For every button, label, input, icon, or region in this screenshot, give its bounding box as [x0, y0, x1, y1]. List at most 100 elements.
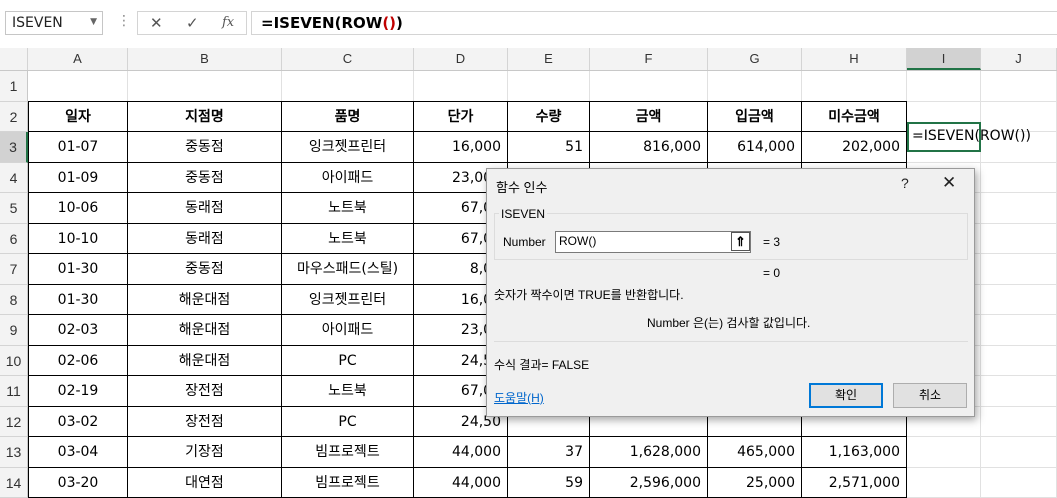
cell-f1[interactable] [590, 71, 708, 102]
cell-b8[interactable]: 해운대점 [128, 285, 282, 316]
cell-c10[interactable]: PC [282, 346, 414, 377]
cell-j10[interactable] [981, 346, 1057, 377]
cancel-entry-icon[interactable]: ✕ [150, 14, 163, 32]
collapse-dialog-icon[interactable]: ⇑ [731, 232, 750, 251]
cell-j7[interactable] [981, 254, 1057, 285]
cell-g14[interactable]: 25,000 [708, 468, 802, 498]
formula-input[interactable]: =ISEVEN(ROW()) [251, 11, 1057, 35]
cell-a2[interactable]: 일자 [28, 101, 128, 133]
cell-i1[interactable] [907, 71, 981, 102]
cell-a7[interactable]: 01-30 [28, 254, 128, 285]
cell-a5[interactable]: 10-06 [28, 193, 128, 224]
cell-d13[interactable]: 44,000 [414, 437, 508, 468]
cell-a14[interactable]: 03-20 [28, 468, 128, 498]
cell-c11[interactable]: 노트북 [282, 376, 414, 407]
cell-d14[interactable]: 44,000 [414, 468, 508, 498]
cell-b2[interactable]: 지점명 [128, 101, 282, 133]
column-header-b[interactable]: B [128, 48, 282, 70]
cell-c14[interactable]: 빔프로젝트 [282, 468, 414, 498]
active-cell-i3[interactable]: =ISEVEN(ROW()) [907, 122, 981, 152]
row-header-4[interactable]: 4 [0, 163, 28, 194]
cell-g2[interactable]: 입금액 [708, 101, 802, 133]
column-header-h[interactable]: H [802, 48, 907, 70]
cell-b13[interactable]: 기장점 [128, 437, 282, 468]
cell-c4[interactable]: 아이패드 [282, 163, 414, 194]
cell-a11[interactable]: 02-19 [28, 376, 128, 407]
cancel-button[interactable]: 취소 [893, 383, 967, 408]
cell-j5[interactable] [981, 193, 1057, 224]
row-header-10[interactable]: 10 [0, 346, 28, 377]
confirm-entry-icon[interactable]: ✓ [186, 14, 199, 32]
column-header-f[interactable]: F [590, 48, 708, 70]
cell-j11[interactable] [981, 376, 1057, 407]
cell-a9[interactable]: 02-03 [28, 315, 128, 346]
cell-a6[interactable]: 10-10 [28, 224, 128, 255]
cell-b3[interactable]: 중동점 [128, 132, 282, 163]
cell-a12[interactable]: 03-02 [28, 407, 128, 438]
cell-f14[interactable]: 2,596,000 [590, 468, 708, 498]
row-header-7[interactable]: 7 [0, 254, 28, 285]
column-header-c[interactable]: C [282, 48, 414, 70]
row-header-13[interactable]: 13 [0, 437, 28, 468]
cell-e13[interactable]: 37 [508, 437, 590, 468]
cell-c5[interactable]: 노트북 [282, 193, 414, 224]
cell-b7[interactable]: 중동점 [128, 254, 282, 285]
column-header-e[interactable]: E [508, 48, 590, 70]
cell-a4[interactable]: 01-09 [28, 163, 128, 194]
drag-handle-icon[interactable]: ⋮ [117, 13, 131, 29]
cell-c8[interactable]: 잉크젯프린터 [282, 285, 414, 316]
row-header-2[interactable]: 2 [0, 102, 28, 133]
cell-b11[interactable]: 장전점 [128, 376, 282, 407]
cell-c12[interactable]: PC [282, 407, 414, 438]
cell-c13[interactable]: 빔프로젝트 [282, 437, 414, 468]
close-icon[interactable]: ✕ [942, 173, 956, 193]
name-box[interactable]: ISEVEN ▼ [5, 11, 103, 35]
number-argument-input[interactable]: ROW() Ⅰ [555, 231, 751, 253]
cell-d3[interactable]: 16,000 [414, 132, 508, 163]
cell-d1[interactable] [414, 71, 508, 102]
cell-b6[interactable]: 동래점 [128, 224, 282, 255]
row-header-6[interactable]: 6 [0, 224, 28, 255]
row-header-9[interactable]: 9 [0, 315, 28, 346]
cell-b5[interactable]: 동래점 [128, 193, 282, 224]
cell-j8[interactable] [981, 285, 1057, 316]
cell-c2[interactable]: 품명 [282, 101, 414, 133]
cell-j14[interactable] [981, 468, 1057, 498]
cell-j9[interactable] [981, 315, 1057, 346]
cell-b14[interactable]: 대연점 [128, 468, 282, 498]
cell-j12[interactable] [981, 407, 1057, 438]
row-header-11[interactable]: 11 [0, 376, 28, 407]
cell-i14[interactable] [907, 468, 981, 498]
chevron-down-icon[interactable]: ▼ [90, 17, 97, 27]
cell-j1[interactable] [981, 71, 1057, 102]
cell-i13[interactable] [907, 437, 981, 468]
row-header-8[interactable]: 8 [0, 285, 28, 316]
cell-j4[interactable] [981, 163, 1057, 194]
cell-c7[interactable]: 마우스패드(스틸) [282, 254, 414, 285]
help-link[interactable]: 도움말(H) [494, 389, 544, 406]
row-header-12[interactable]: 12 [0, 407, 28, 438]
cell-b9[interactable]: 해운대점 [128, 315, 282, 346]
cell-g1[interactable] [708, 71, 802, 102]
row-header-14[interactable]: 14 [0, 468, 28, 498]
cell-h3[interactable]: 202,000 [802, 132, 907, 163]
cell-e1[interactable] [508, 71, 590, 102]
help-icon[interactable]: ? [901, 175, 909, 191]
cell-a3[interactable]: 01-07 [28, 132, 128, 163]
cell-g3[interactable]: 614,000 [708, 132, 802, 163]
row-header-1[interactable]: 1 [0, 71, 28, 102]
cell-h2[interactable]: 미수금액 [802, 101, 907, 133]
ok-button[interactable]: 확인 [809, 383, 883, 408]
cell-a13[interactable]: 03-04 [28, 437, 128, 468]
cell-b10[interactable]: 해운대점 [128, 346, 282, 377]
cell-e3[interactable]: 51 [508, 132, 590, 163]
cell-j13[interactable] [981, 437, 1057, 468]
cell-c3[interactable]: 잉크젯프린터 [282, 132, 414, 163]
cell-d2[interactable]: 단가 [414, 101, 508, 133]
column-header-j[interactable]: J [981, 48, 1057, 70]
cell-j6[interactable] [981, 224, 1057, 255]
insert-function-icon[interactable]: fx [222, 15, 234, 30]
cell-c9[interactable]: 아이패드 [282, 315, 414, 346]
cell-h14[interactable]: 2,571,000 [802, 468, 907, 498]
column-header-a[interactable]: A [28, 48, 128, 70]
